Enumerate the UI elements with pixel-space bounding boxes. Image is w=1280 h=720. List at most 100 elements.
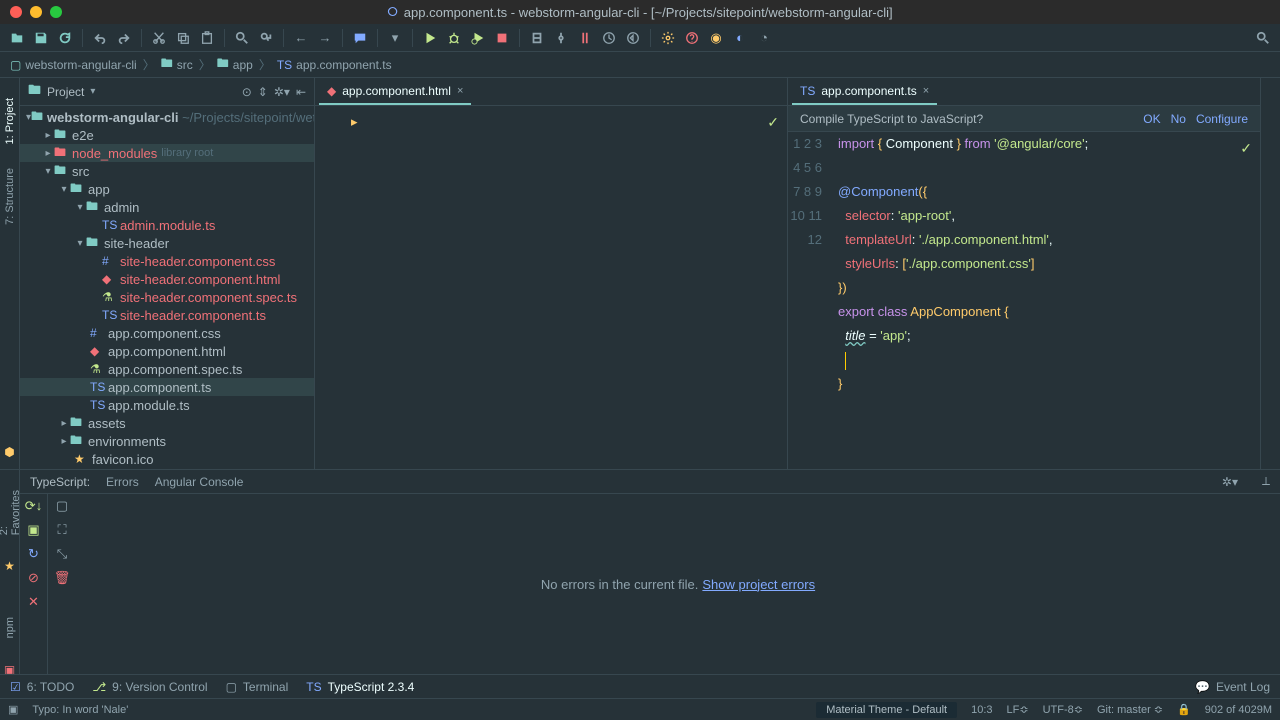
find-icon[interactable] [231,27,253,49]
code-content[interactable]: import { Component } from '@angular/core… [832,132,1250,469]
stop-icon[interactable] [491,27,513,49]
notification-configure-link[interactable]: Configure [1196,112,1248,126]
scroll-from-source-icon[interactable]: ⊙ [242,85,252,99]
notification-no-link[interactable]: No [1171,112,1186,126]
bp-settings-icon[interactable]: ✲▾ [1222,475,1238,489]
close-tab-icon[interactable]: × [457,85,463,97]
tree-file-sh-ts[interactable]: TSsite-header.component.ts [20,306,314,324]
chevron-down-icon[interactable]: ▾ [90,86,95,97]
undo-icon[interactable] [89,27,111,49]
delete-icon[interactable]: 🗑 [54,570,71,586]
coverage-icon[interactable] [467,27,489,49]
hide-panel-icon[interactable]: ⇤ [296,85,306,99]
compile-icon[interactable]: ▣ [27,522,39,538]
breadcrumb-file[interactable]: TSapp.component.ts [277,58,392,72]
lock-icon[interactable]: 🔒 [1177,703,1191,716]
tree-root[interactable]: ▾🖿webstorm-angular-cli ~/Projects/sitepo… [20,108,314,126]
memory-indicator[interactable]: 902 of 4029M [1205,704,1272,716]
tree-file-app-spec[interactable]: ⚗app.component.spec.ts [20,360,314,378]
git-branch[interactable]: Git: master ≎ [1097,703,1163,716]
encoding[interactable]: UTF-8≎ [1043,703,1083,716]
tw-event-log[interactable]: 💬Event Log [1195,680,1270,694]
material-theme-icon[interactable]: ◐ [729,27,751,49]
tree-folder-admin[interactable]: ▾🖿admin [20,198,314,216]
bp-tab-errors[interactable]: Errors [106,475,139,489]
notification-ok-link[interactable]: OK [1143,112,1160,126]
bp-hide-icon[interactable]: ⟂ [1262,474,1270,489]
error-icon[interactable]: ⊘ [28,570,39,586]
tree-file-sh-css[interactable]: #site-header.component.css [20,252,314,270]
window-minimize-button[interactable] [30,6,42,18]
fullscreen-icon[interactable]: ⛶ [57,522,66,538]
status-toggle-icon[interactable]: ▣ [8,703,18,716]
sidebar-tab-npm[interactable]: npm [4,617,16,638]
bp-tab-angular-console[interactable]: Angular Console [155,475,244,489]
vcs-update-icon[interactable] [526,27,548,49]
breadcrumb-project[interactable]: ▢webstorm-angular-cli [10,58,137,72]
eye-icon[interactable]: ◔ [753,27,775,49]
bp-tab-typescript[interactable]: TypeScript: [30,475,90,489]
tab-app-component-ts[interactable]: TS app.component.ts × [792,79,937,105]
replace-icon[interactable] [255,27,277,49]
refresh-icon[interactable] [54,27,76,49]
tw-todo[interactable]: ☑6: TODO [10,680,74,694]
code-area-left[interactable]: ▸ ✓ [315,106,787,469]
close-tab-icon[interactable]: × [923,85,929,97]
sidebar-tab-structure-icon[interactable]: ⬢ [4,445,14,459]
window-maximize-button[interactable] [50,6,62,18]
breadcrumb-src[interactable]: 🖿src [161,54,193,75]
collapse-icon[interactable]: ⤡ [57,546,67,562]
expand-all-icon[interactable]: ▢ [56,498,68,514]
run-config-dropdown[interactable]: ▾ [384,27,406,49]
paste-icon[interactable] [196,27,218,49]
chat-icon[interactable] [349,27,371,49]
tree-file-admin-module[interactable]: TSadmin.module.ts [20,216,314,234]
redo-icon[interactable] [113,27,135,49]
restart-icon[interactable]: ↻ [28,546,39,562]
breadcrumb-app[interactable]: 🖿app [217,54,253,75]
ide-features-icon[interactable]: ◉ [705,27,727,49]
sidebar-tab-project[interactable]: 1: Project [4,98,16,144]
tree-folder-src[interactable]: ▾🖿src [20,162,314,180]
sidebar-tab-favorites[interactable]: 2: Favorites [0,490,22,535]
window-close-button[interactable] [10,6,22,18]
tree-folder-assets[interactable]: ▸🖿assets [20,414,314,432]
close-icon[interactable]: ✕ [28,594,39,610]
tree-folder-node-modules[interactable]: ▸🖿node_moduleslibrary root [20,144,314,162]
tree-folder-environments[interactable]: ▸🖿environments [20,432,314,450]
vcs-revert-icon[interactable] [622,27,644,49]
help-icon[interactable] [681,27,703,49]
rerun-icon[interactable]: ⟳↓ [25,498,42,514]
forward-icon[interactable]: → [314,27,336,49]
tw-typescript[interactable]: TSTypeScript 2.3.4 [306,680,414,694]
tree-file-app-ts[interactable]: TSapp.component.ts [20,378,314,396]
caret-position[interactable]: 10:3 [971,704,992,716]
sidebar-tab-structure[interactable]: 7: Structure [4,168,16,225]
tree-file-app-css[interactable]: #app.component.css [20,324,314,342]
cut-icon[interactable] [148,27,170,49]
code-area-right[interactable]: 1 2 3 4 5 6 7 8 9 10 11 12 import { Comp… [788,132,1260,469]
tree-file-sh-html[interactable]: ◆site-header.component.html [20,270,314,288]
vcs-history-icon[interactable] [598,27,620,49]
tw-version-control[interactable]: ⎇9: Version Control [92,680,207,694]
copy-icon[interactable] [172,27,194,49]
open-icon[interactable] [6,27,28,49]
vcs-push-icon[interactable] [574,27,596,49]
save-icon[interactable] [30,27,52,49]
project-tree[interactable]: ▾🖿webstorm-angular-cli ~/Projects/sitepo… [20,106,314,469]
tree-file-app-html[interactable]: ◆app.component.html [20,342,314,360]
settings-gear-icon[interactable]: ✲▾ [274,85,290,99]
run-icon[interactable] [419,27,441,49]
back-icon[interactable]: ← [290,27,312,49]
tree-folder-e2e[interactable]: ▸🖿e2e [20,126,314,144]
favorites-star-icon[interactable]: ★ [4,559,15,573]
tree-file-app-module[interactable]: TSapp.module.ts [20,396,314,414]
settings-icon[interactable] [657,27,679,49]
collapse-all-icon[interactable]: ⇕ [258,85,268,99]
tree-folder-site-header[interactable]: ▾🖿site-header [20,234,314,252]
search-everywhere-icon[interactable] [1252,27,1274,49]
vcs-commit-icon[interactable] [550,27,572,49]
tree-file-favicon[interactable]: ★favicon.ico [20,450,314,468]
theme-indicator[interactable]: Material Theme - Default [816,702,957,718]
show-project-errors-link[interactable]: Show project errors [702,577,815,592]
